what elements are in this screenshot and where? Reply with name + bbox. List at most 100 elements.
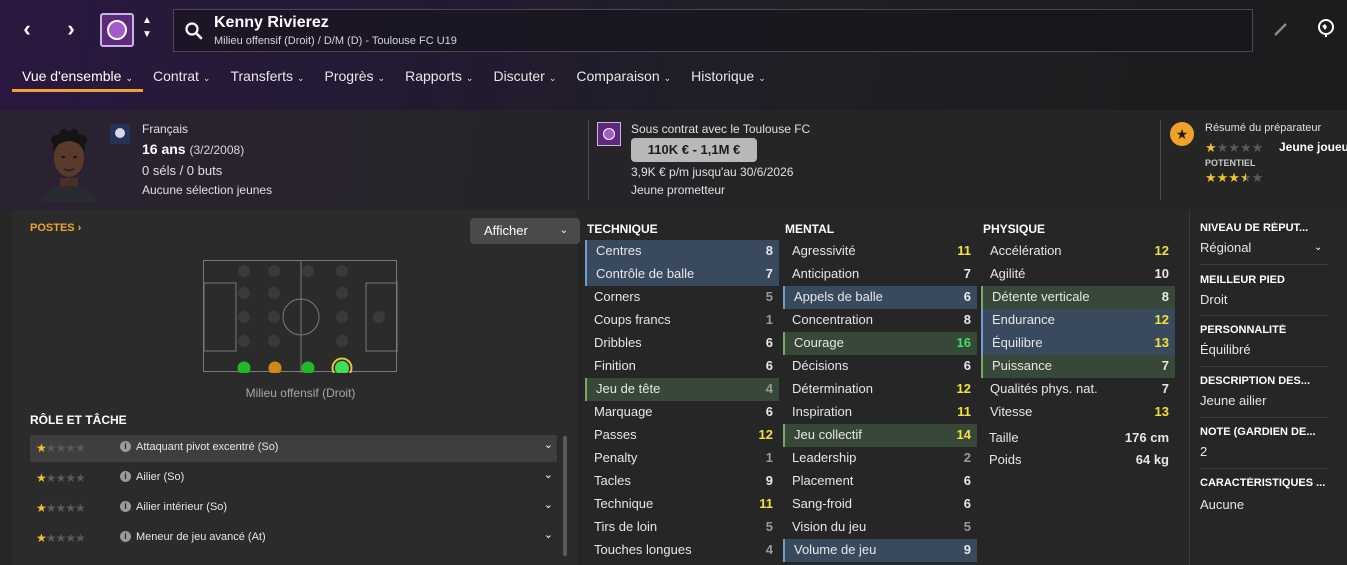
tab-reports[interactable]: Rapports ⌄ xyxy=(395,66,483,94)
attribute-row[interactable]: Corners 5 xyxy=(585,286,779,309)
mental-column: MENTAL Agressivité 11 Anticipation 7 Appels … xyxy=(783,218,977,562)
tab-comparison[interactable]: Comparaison ⌄ xyxy=(566,66,681,94)
positions-panel: POSTES › Afficher ⌄ Milieu offensif (Droi… xyxy=(12,210,580,565)
attribute-row[interactable]: Coups francs 1 xyxy=(585,309,779,332)
back-button[interactable]: ‹ xyxy=(12,14,42,44)
player-search-box[interactable]: Kenny Rivierez Milieu offensif (Droit) /… xyxy=(173,9,1253,52)
nationality-flag[interactable] xyxy=(110,124,130,144)
attribute-name: Tacles xyxy=(594,473,631,488)
attribute-value: 5 xyxy=(765,289,773,304)
chevron-down-icon[interactable]: ⌄ xyxy=(544,528,553,541)
attribute-row[interactable]: Marquage 6 xyxy=(585,401,779,424)
role-row[interactable]: ★★★★★ i Attaquant pivot excentré (So) ⌄ xyxy=(30,435,557,462)
attribute-row[interactable]: Jeu de tête 4 xyxy=(585,378,779,401)
info-icon[interactable]: i xyxy=(120,441,131,452)
info-icon[interactable]: i xyxy=(120,471,131,482)
role-row[interactable]: ★★★★★ i Ailier (So) ⌄ xyxy=(30,465,557,492)
attribute-row[interactable]: Inspiration 11 xyxy=(783,401,977,424)
up-down-switcher[interactable]: ▲ ▼ xyxy=(140,14,154,42)
attribute-row[interactable]: Détermination 12 xyxy=(783,378,977,401)
traits-label: CARACTÉRISTIQUES ... xyxy=(1200,477,1326,489)
attribute-row[interactable]: Tirs de loin 5 xyxy=(585,516,779,539)
role-row[interactable]: ★★★★★ i Meneur de jeu avancé (At) ⌄ xyxy=(30,525,557,552)
attribute-value: 7 xyxy=(1161,358,1169,373)
attribute-row[interactable]: Volume de jeu 9 xyxy=(783,539,977,562)
globe-icon[interactable] xyxy=(1316,18,1336,38)
attribute-row[interactable]: Vision du jeu 5 xyxy=(783,516,977,539)
reputation-item[interactable]: NIVEAU DE RÉPUT... Régional ⌄ xyxy=(1200,222,1340,255)
attribute-row[interactable]: Courage 16 xyxy=(783,332,977,355)
attribute-row[interactable]: Passes 12 xyxy=(585,424,779,447)
forward-button[interactable]: › xyxy=(56,14,86,44)
search-icon xyxy=(185,22,203,40)
transfer-value[interactable]: 110K € - 1,1M € xyxy=(631,138,757,162)
show-dropdown[interactable]: Afficher ⌄ xyxy=(470,218,580,244)
tab-history[interactable]: Historique ⌄ xyxy=(681,66,776,94)
goalkeeper-rating-item: NOTE (GARDIEN DE... 2 xyxy=(1200,426,1340,459)
attribute-row[interactable]: Vitesse 13 xyxy=(981,401,1175,424)
divider xyxy=(1200,417,1328,418)
attribute-row[interactable]: Anticipation 7 xyxy=(783,263,977,286)
attribute-row[interactable]: Jeu collectif 14 xyxy=(783,424,977,447)
chevron-down-icon[interactable]: ⌄ xyxy=(544,438,553,451)
tab-transfers[interactable]: Transferts ⌄ xyxy=(220,66,314,94)
attribute-row[interactable]: Détente verticale 8 xyxy=(981,286,1175,309)
attribute-row[interactable]: Leadership 2 xyxy=(783,447,977,470)
attribute-name: Jeu collectif xyxy=(794,427,862,442)
positions-link[interactable]: POSTES › xyxy=(30,222,81,234)
attribute-value: 11 xyxy=(957,243,971,258)
attribute-row[interactable]: Appels de balle 6 xyxy=(783,286,977,309)
attribute-row[interactable]: Qualités phys. nat. 7 xyxy=(981,378,1175,401)
chevron-down-icon[interactable]: ⌄ xyxy=(544,468,553,481)
info-icon[interactable]: i xyxy=(120,501,131,512)
attribute-row[interactable]: Décisions 6 xyxy=(783,355,977,378)
attribute-row[interactable]: Contrôle de balle 7 xyxy=(585,263,779,286)
player-details-panel: NIVEAU DE RÉPUT... Régional ⌄ MEILLEUR P… xyxy=(1189,210,1347,565)
attribute-row[interactable]: Touches longues 4 xyxy=(585,539,779,562)
attribute-row[interactable]: Tacles 9 xyxy=(585,470,779,493)
attribute-row[interactable]: Technique 11 xyxy=(585,493,779,516)
attribute-row[interactable]: Finition 6 xyxy=(585,355,779,378)
roles-scrollbar[interactable] xyxy=(563,436,567,556)
tab-progress[interactable]: Progrès ⌄ xyxy=(315,66,396,94)
player-subtitle: Milieu offensif (Droit) / D/M (D) - Toul… xyxy=(214,35,457,47)
attribute-row[interactable]: Puissance 7 xyxy=(981,355,1175,378)
tab-overview[interactable]: Vue d'ensemble ⌄ xyxy=(12,66,143,94)
role-row[interactable]: ★★★★★ i Ailier intérieur (So) ⌄ xyxy=(30,495,557,522)
attribute-value: 7 xyxy=(1161,381,1169,396)
attribute-row[interactable]: Sang-froid 6 xyxy=(783,493,977,516)
attribute-value: 5 xyxy=(765,519,773,534)
attribute-row[interactable]: Placement 6 xyxy=(783,470,977,493)
pencil-icon[interactable] xyxy=(1272,20,1290,38)
attribute-row[interactable]: Accélération 12 xyxy=(981,240,1175,263)
attribute-value: 7 xyxy=(963,266,971,281)
technique-title: TECHNIQUE xyxy=(587,222,658,236)
attribute-row[interactable]: Agressivité 11 xyxy=(783,240,977,263)
attribute-row[interactable]: Concentration 8 xyxy=(783,309,977,332)
attribute-value: 8 xyxy=(765,243,773,258)
attribute-name: Inspiration xyxy=(792,404,852,419)
attribute-row[interactable]: Centres 8 xyxy=(585,240,779,263)
attribute-name: Corners xyxy=(594,289,641,304)
attribute-name: Placement xyxy=(792,473,854,488)
attribute-name: Courage xyxy=(794,335,844,350)
chevron-down-icon[interactable]: ⌄ xyxy=(1314,242,1322,253)
club-badge-icon[interactable] xyxy=(597,122,621,146)
chevron-down-icon[interactable]: ⌄ xyxy=(544,498,553,511)
divider xyxy=(1200,366,1328,367)
attribute-row[interactable]: Dribbles 6 xyxy=(585,332,779,355)
attribute-value: 1 xyxy=(765,312,773,327)
attribute-row[interactable]: Penalty 1 xyxy=(585,447,779,470)
attribute-value: 9 xyxy=(765,473,773,488)
attribute-row[interactable]: Agilité 10 xyxy=(981,263,1175,286)
info-icon[interactable]: i xyxy=(120,531,131,542)
tab-contract[interactable]: Contrat ⌄ xyxy=(143,66,220,94)
attribute-name: Passes xyxy=(594,427,637,442)
tab-discuss[interactable]: Discuter ⌄ xyxy=(483,66,566,94)
attribute-row[interactable]: Équilibre 13 xyxy=(981,332,1175,355)
attribute-value: 4 xyxy=(765,381,773,396)
attribute-row[interactable]: Endurance 12 xyxy=(981,309,1175,332)
club-logo[interactable] xyxy=(100,13,134,47)
attribute-name: Agilité xyxy=(990,266,1026,281)
role-name: Ailier (So) xyxy=(136,471,185,483)
